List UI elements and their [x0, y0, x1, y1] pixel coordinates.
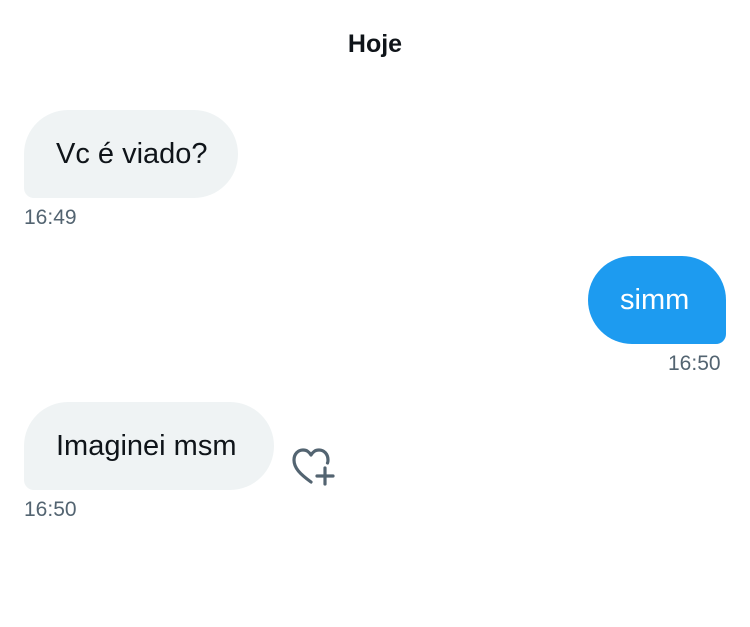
heart-plus-icon [292, 448, 335, 486]
message-text: simm [620, 283, 690, 316]
message-timestamp: 16:50 [24, 498, 77, 521]
add-reaction-button[interactable] [290, 444, 338, 488]
message-timestamp: 16:50 [668, 352, 721, 375]
message-text: Imaginei msm [56, 429, 237, 462]
message-timestamp: 16:49 [24, 206, 77, 229]
date-header: Hoje [347, 30, 403, 58]
message-bubble-received[interactable]: Vc é viado? [24, 110, 238, 198]
message-text: Vc é viado? [56, 137, 208, 170]
message-bubble-sent[interactable]: simm [588, 256, 726, 344]
message-bubble-received[interactable]: Imaginei msm [24, 402, 274, 490]
